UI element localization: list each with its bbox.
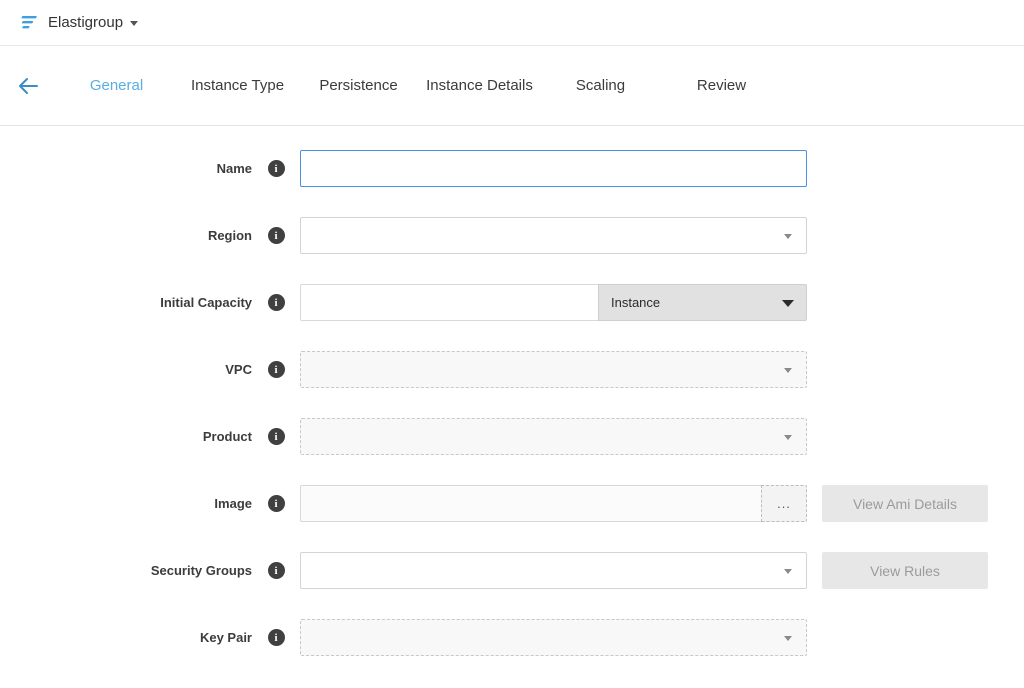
key-pair-info-icon[interactable]: i (268, 629, 285, 646)
form-row-product: Product i (0, 418, 1024, 455)
product-label: Product (0, 429, 252, 444)
region-label: Region (0, 228, 252, 243)
tab-persistence[interactable]: Persistence (298, 77, 419, 94)
view-rules-button[interactable]: View Rules (822, 552, 988, 589)
back-arrow-icon (17, 77, 39, 95)
view-ami-details-button[interactable]: View Ami Details (822, 485, 988, 522)
image-label: Image (0, 496, 252, 511)
chevron-down-icon (782, 300, 794, 307)
security-groups-info-icon[interactable]: i (268, 562, 285, 579)
product-switcher[interactable]: Elastigroup (48, 14, 138, 31)
region-select[interactable] (300, 217, 807, 254)
form-row-region: Region i (0, 217, 1024, 254)
initial-capacity-label: Initial Capacity (0, 295, 252, 310)
product-info-icon[interactable]: i (268, 428, 285, 445)
vpc-info-icon[interactable]: i (268, 361, 285, 378)
capacity-unit-select[interactable]: Instance (598, 284, 807, 321)
chevron-down-icon (784, 368, 792, 373)
form-row-name: Name i (0, 150, 1024, 187)
image-browse-button[interactable]: ... (761, 485, 807, 522)
vpc-label: VPC (0, 362, 252, 377)
form-row-key-pair: Key Pair i (0, 619, 1024, 656)
vpc-select (300, 351, 807, 388)
top-bar: Elastigroup (0, 0, 1024, 46)
form-row-security-groups: Security Groups i View Rules (0, 552, 1024, 589)
tab-instance-details[interactable]: Instance Details (419, 77, 540, 94)
tab-instance-type[interactable]: Instance Type (177, 77, 298, 94)
chevron-down-icon (784, 435, 792, 440)
elastigroup-logo-icon (16, 13, 40, 33)
name-input[interactable] (300, 150, 807, 187)
chevron-down-icon (784, 636, 792, 641)
name-label: Name (0, 161, 252, 176)
initial-capacity-input[interactable] (300, 284, 599, 321)
security-groups-label: Security Groups (0, 563, 252, 578)
name-info-icon[interactable]: i (268, 160, 285, 177)
form-row-image: Image i ... View Ami Details (0, 485, 1024, 522)
chevron-down-icon (130, 21, 138, 26)
chevron-down-icon (784, 569, 792, 574)
image-info-icon[interactable]: i (268, 495, 285, 512)
key-pair-label: Key Pair (0, 630, 252, 645)
form-row-initial-capacity: Initial Capacity i Instance (0, 284, 1024, 321)
key-pair-select (300, 619, 807, 656)
capacity-unit-value: Instance (611, 295, 660, 310)
security-groups-select[interactable] (300, 552, 807, 589)
chevron-down-icon (784, 234, 792, 239)
wizard-tab-bar: General Instance Type Persistence Instan… (0, 46, 1024, 126)
back-button[interactable] (0, 77, 56, 95)
wizard-tabs: General Instance Type Persistence Instan… (56, 77, 782, 94)
tab-general[interactable]: General (56, 77, 177, 94)
initial-capacity-info-icon[interactable]: i (268, 294, 285, 311)
tab-review[interactable]: Review (661, 77, 782, 94)
region-info-icon[interactable]: i (268, 227, 285, 244)
general-settings-form: Name i Region i Initial Capacity i Insta… (0, 126, 1024, 656)
form-row-vpc: VPC i (0, 351, 1024, 388)
product-select (300, 418, 807, 455)
brand-label: Elastigroup (48, 14, 123, 31)
image-input[interactable] (300, 485, 762, 522)
tab-scaling[interactable]: Scaling (540, 77, 661, 94)
